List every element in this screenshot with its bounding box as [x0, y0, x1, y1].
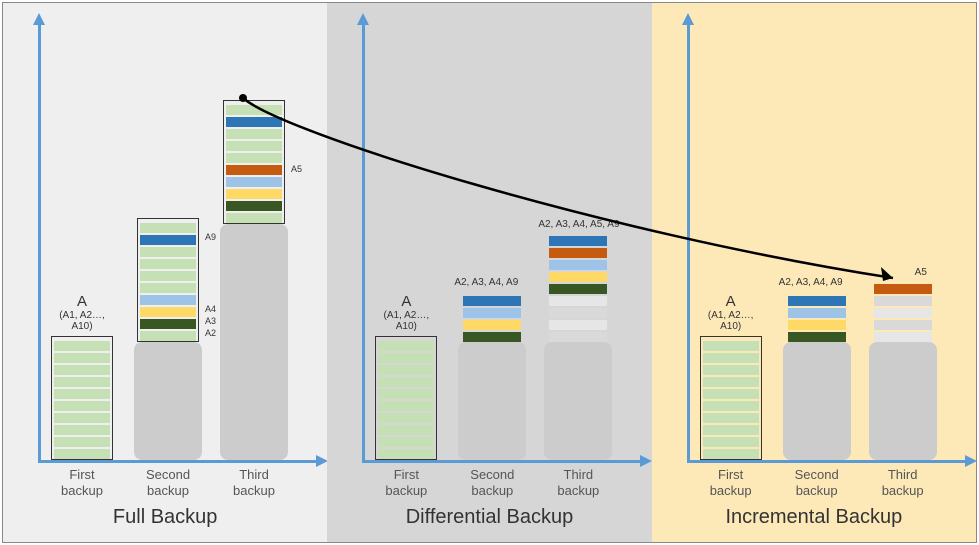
x-axis: [362, 460, 642, 463]
label-a4: A4: [205, 304, 216, 314]
xlabel: Second backup: [783, 467, 851, 498]
panel-differential-backup: A (A1, A2…, A10) A2, A3, A4, A9: [327, 3, 651, 542]
x-labels-incr: First backup Second backup Third backup: [697, 467, 976, 498]
bar-incr-third: A5: [869, 282, 937, 460]
chart-full: A (A1, A2…, A10) A2 A3 A4 A9: [38, 23, 317, 463]
bar-incr-second: A2, A3, A4, A9: [783, 294, 851, 460]
dataset-name: A: [697, 293, 765, 310]
xlabel: First backup: [697, 467, 765, 498]
panel-title-diff: Differential Backup: [327, 506, 651, 529]
xlabel: Third backup: [869, 467, 937, 498]
xlabel: Second backup: [134, 467, 202, 498]
x-labels-full: First backup Second backup Third backup: [48, 467, 327, 498]
y-axis: [362, 23, 365, 463]
xlabel: First backup: [372, 467, 440, 498]
chart-incr: A (A1, A2…, A10) A2, A3, A4, A9: [687, 23, 966, 463]
xlabel: First backup: [48, 467, 116, 498]
bar-full-second: A2 A3 A4 A9: [134, 218, 202, 460]
xlabel: Second backup: [458, 467, 526, 498]
x-axis: [38, 460, 318, 463]
xlabel: Third backup: [544, 467, 612, 498]
xlabel: Third backup: [220, 467, 288, 498]
label-a3: A3: [205, 316, 216, 326]
bar-incr-first: A (A1, A2…, A10): [697, 336, 765, 460]
label-a5: A5: [291, 164, 302, 174]
label-diff-second: A2, A3, A4, A9: [454, 277, 518, 288]
dataset-members: (A1, A2…, A10): [697, 310, 765, 332]
label-a9: A9: [205, 232, 216, 242]
bar-diff-third: A2, A3, A4, A5, A9: [544, 234, 612, 460]
panel-incremental-backup: A (A1, A2…, A10) A2, A3, A4, A9: [652, 3, 976, 542]
panel-full-backup: A (A1, A2…, A10) A2 A3 A4 A9: [3, 3, 327, 542]
chart-diff: A (A1, A2…, A10) A2, A3, A4, A9: [362, 23, 641, 463]
bar-diff-second: A2, A3, A4, A9: [458, 294, 526, 460]
panel-title-incr: Incremental Backup: [652, 506, 976, 529]
y-axis: [687, 23, 690, 463]
bar-full-third: A5: [220, 100, 288, 460]
dataset-members: (A1, A2…, A10): [372, 310, 440, 332]
label-a2: A2: [205, 328, 216, 338]
panel-title-full: Full Backup: [3, 506, 327, 529]
x-labels-diff: First backup Second backup Third backup: [372, 467, 651, 498]
y-axis: [38, 23, 41, 463]
x-axis: [687, 460, 967, 463]
diagram-container: Total Space occupied A (A1, A2…, A10): [2, 2, 977, 543]
bar-full-first: A (A1, A2…, A10): [48, 336, 116, 460]
dataset-name: A: [48, 293, 116, 310]
label-incr-second: A2, A3, A4, A9: [779, 277, 843, 288]
label-incr-third: A5: [915, 267, 927, 278]
dataset-name: A: [372, 293, 440, 310]
dataset-members: (A1, A2…, A10): [48, 310, 116, 332]
label-diff-third: A2, A3, A4, A5, A9: [538, 219, 619, 230]
bar-diff-first: A (A1, A2…, A10): [372, 336, 440, 460]
